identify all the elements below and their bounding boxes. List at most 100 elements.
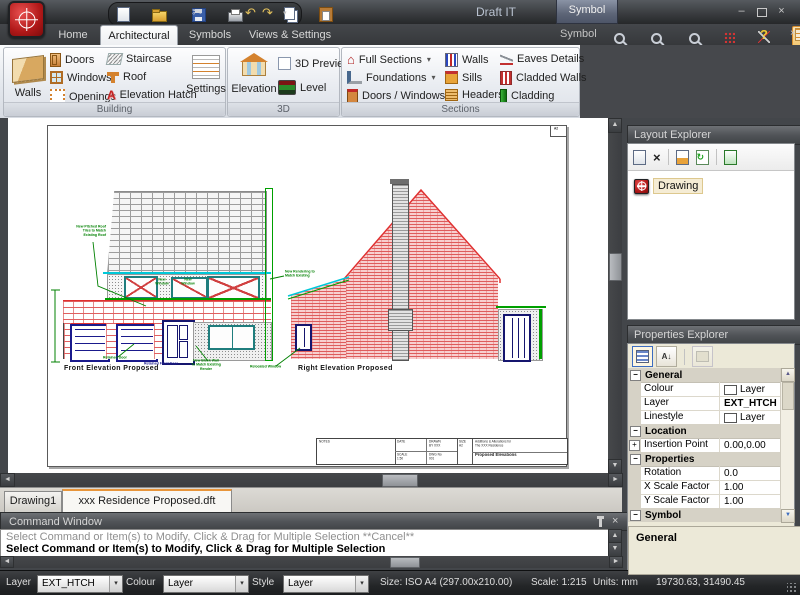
new-document-icon[interactable]	[117, 7, 130, 22]
export-layout-icon[interactable]	[676, 150, 689, 165]
grid-icon[interactable]	[724, 32, 735, 43]
annotation-render: New Rendering to Match Existing	[285, 270, 325, 278]
resize-grip[interactable]	[787, 583, 797, 593]
category-location[interactable]: −Location	[628, 424, 781, 439]
style-combo[interactable]: Layer▾	[283, 575, 369, 593]
full-sections-button[interactable]: ⌂Full Sections▾	[347, 53, 431, 66]
qat-more-icon[interactable]: ▾	[283, 9, 287, 17]
pan-icon[interactable]	[689, 33, 700, 44]
hscroll-thumb[interactable]	[382, 474, 418, 487]
ribbon-close-icon[interactable]: ×	[790, 28, 796, 39]
annotation-window-2: New Window	[178, 278, 198, 286]
settings-button[interactable]: Settings	[188, 50, 224, 100]
elevation-hatch-button[interactable]: AElevation Hatch	[107, 89, 197, 101]
cut-icon[interactable]: ✂	[192, 6, 202, 18]
new-layout-icon[interactable]	[633, 150, 646, 165]
category-properties[interactable]: −Properties	[628, 452, 781, 467]
scroll-down-button[interactable]: ▼	[608, 542, 622, 557]
eaves-details-button[interactable]: Eaves Details	[500, 53, 584, 65]
delete-layout-icon[interactable]: ×	[653, 151, 661, 164]
command-window-close-icon[interactable]: ×	[612, 516, 618, 527]
staircase-button[interactable]: Staircase	[107, 53, 172, 65]
print-icon[interactable]	[228, 12, 243, 22]
import-layout-icon[interactable]	[724, 150, 737, 165]
command-hscrollbar[interactable]: ◄ ►	[0, 556, 622, 568]
layout-item-drawing[interactable]: Drawing	[634, 178, 794, 194]
doors-button[interactable]: Doors	[50, 53, 94, 67]
app-logo[interactable]	[8, 1, 45, 38]
roof-button[interactable]: Roof	[107, 71, 146, 83]
headers-button[interactable]: Headers	[445, 89, 504, 101]
undo-icon[interactable]: ↶	[245, 6, 256, 19]
sort-alphabetical-icon: A↓	[662, 352, 672, 361]
property-row-layer[interactable]: LayerEXT_HTCH	[628, 396, 781, 411]
layout-explorer-title: Layout Explorer	[634, 129, 711, 141]
doc-tab-drawing1[interactable]: Drawing1	[4, 491, 62, 513]
command-vscrollbar[interactable]: ▲ ▼	[608, 529, 622, 556]
open-folder-icon[interactable]	[152, 11, 167, 22]
walls-button[interactable]: Walls	[7, 51, 49, 101]
scroll-down-button[interactable]: ▼	[781, 509, 795, 523]
vscroll-thumb[interactable]	[609, 253, 622, 281]
collapse-icon[interactable]: −	[630, 370, 641, 381]
scroll-left-button[interactable]: ◄	[0, 556, 14, 568]
collapse-icon[interactable]: −	[630, 426, 641, 437]
collapse-icon[interactable]: −	[630, 510, 641, 521]
elevation-button[interactable]: Elevation	[230, 49, 278, 101]
refresh-layout-icon[interactable]	[696, 150, 709, 165]
category-general[interactable]: −General	[628, 368, 781, 383]
layer-combo[interactable]: EXT_HTCH▾	[37, 575, 123, 593]
title-block-dwg: DWG No 001	[427, 451, 458, 464]
categorized-view-button[interactable]	[632, 346, 653, 367]
alphabetical-sort-button[interactable]: A↓	[656, 346, 677, 367]
property-row-colour[interactable]: ColourLayer	[628, 382, 781, 397]
cladding-button[interactable]: Cladding	[500, 89, 554, 103]
cladded-walls-button[interactable]: Cladded Walls	[500, 71, 587, 85]
property-row-insertion-point[interactable]: +Insertion Point0.00,0.00	[628, 438, 781, 453]
doors-windows-label: Doors / Windows	[362, 90, 445, 102]
expand-icon[interactable]: +	[629, 440, 640, 451]
scroll-down-button[interactable]: ▼	[608, 459, 622, 474]
close-button[interactable]: ×	[773, 5, 790, 19]
pin-icon[interactable]	[599, 519, 602, 527]
property-value: 1.00	[724, 482, 743, 493]
tab-views-settings[interactable]: Views & Settings	[244, 25, 336, 45]
canvas-hscrollbar[interactable]: ◄ ►	[0, 473, 622, 487]
scroll-up-button[interactable]: ▲	[608, 118, 622, 133]
tab-symbols[interactable]: Symbols	[182, 25, 238, 45]
colour-combo[interactable]: Layer▾	[163, 575, 249, 593]
doc-tab-residence[interactable]: xxx Residence Proposed.dft	[62, 489, 232, 514]
level-button[interactable]: Level	[278, 80, 326, 95]
foundations-button[interactable]: Foundations▾	[347, 71, 436, 84]
redo-icon[interactable]: ↷	[262, 6, 273, 19]
collapse-icon[interactable]: −	[630, 454, 641, 465]
category-symbol[interactable]: −Symbol	[628, 508, 781, 522]
minimize-button[interactable]: –	[733, 5, 750, 19]
zoom-out-icon[interactable]	[651, 33, 662, 44]
zoom-in-icon[interactable]	[614, 33, 625, 44]
paste-icon[interactable]	[319, 7, 333, 22]
tab-home[interactable]: Home	[48, 25, 98, 45]
property-row-rotation[interactable]: Rotation0.0	[628, 466, 781, 481]
property-row-yscale[interactable]: Y Scale Factor1.00	[628, 494, 781, 509]
tab-architectural[interactable]: Architectural	[100, 25, 178, 46]
scroll-thumb[interactable]	[782, 382, 794, 410]
property-row-xscale[interactable]: X Scale Factor1.00	[628, 480, 781, 495]
doors-windows-button[interactable]: Doors / Windows▾	[347, 89, 454, 103]
help-icon[interactable]: ?	[760, 27, 768, 42]
scroll-right-button[interactable]: ►	[608, 473, 623, 487]
scroll-right-button[interactable]: ►	[609, 556, 623, 568]
command-window-body[interactable]: Select Command or Item(s) to Modify, Cli…	[0, 529, 609, 558]
maximize-button[interactable]	[753, 5, 770, 19]
canvas-vscrollbar[interactable]: ▲ ▼	[608, 118, 622, 473]
windows-button[interactable]: Windows	[50, 71, 112, 84]
drawing-canvas[interactable]: A2	[8, 118, 608, 473]
sills-button[interactable]: Sills	[445, 71, 482, 84]
property-grid-scrollbar[interactable]: ▲ ▼	[780, 368, 794, 522]
hscroll-thumb[interactable]	[390, 557, 420, 568]
scroll-up-button[interactable]: ▲	[781, 368, 795, 382]
section-walls-button[interactable]: Walls	[445, 53, 488, 67]
property-row-linestyle[interactable]: LinestyleLayer	[628, 410, 781, 425]
scroll-left-button[interactable]: ◄	[0, 473, 15, 487]
property-value: 1.00	[724, 496, 743, 507]
